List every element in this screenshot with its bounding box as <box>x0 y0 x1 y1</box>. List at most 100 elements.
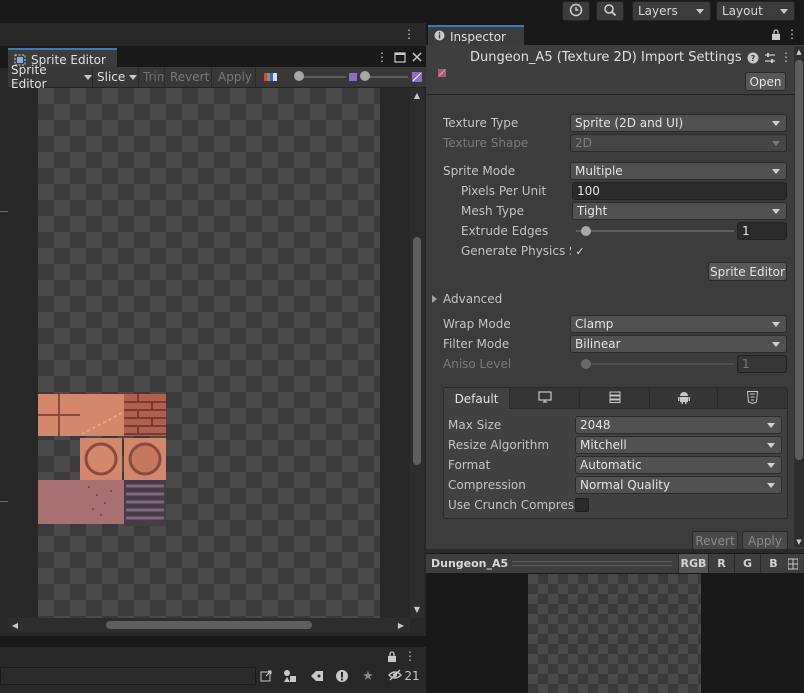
channel-rgb-button[interactable]: RGB <box>678 554 708 573</box>
mesh-type-dropdown[interactable]: Tight <box>572 202 787 220</box>
generate-physics-checkbox[interactable]: ✓ <box>573 244 587 258</box>
sprite-mode-value: Multiple <box>575 164 623 178</box>
extrude-edges-label: Extrude Edges <box>461 224 549 238</box>
svg-text:?: ? <box>750 54 755 63</box>
tab-inspector[interactable]: Inspector <box>428 25 524 46</box>
scroll-left-icon[interactable]: ◀ <box>10 620 20 630</box>
layers-dropdown[interactable]: Layers <box>632 1 711 21</box>
help-icon[interactable]: ? <box>746 51 759 64</box>
generate-physics-label: Generate Physics S <box>461 244 571 258</box>
sprite-editor-mode-dropdown[interactable]: Sprite Editor <box>11 63 93 91</box>
mesh-type-value: Tight <box>577 204 608 218</box>
dungeon-texture-image[interactable] <box>38 394 168 526</box>
more-menu-icon[interactable]: ⋮ <box>376 50 388 64</box>
slice-dropdown[interactable]: Slice <box>97 67 139 87</box>
pixels-per-unit-field[interactable]: 100 <box>572 182 787 200</box>
filter-mode-dropdown[interactable]: Bilinear <box>570 335 787 353</box>
zoom-slider-knob[interactable] <box>294 71 304 81</box>
texture-type-value: Sprite (2D and UI) <box>575 116 684 130</box>
error-icon[interactable] <box>334 668 350 684</box>
open-button[interactable]: Open <box>745 72 786 91</box>
scroll-down-icon[interactable]: ▼ <box>410 604 424 614</box>
revert-import-button[interactable]: Revert <box>692 531 738 550</box>
more-menu-icon[interactable]: ⋮ <box>786 27 798 41</box>
advanced-foldout[interactable]: Advanced <box>432 291 502 307</box>
preset-sliders-icon[interactable] <box>763 51 776 64</box>
mip-slider-knob[interactable] <box>360 71 370 81</box>
inspector-scroll-thumb[interactable] <box>795 60 803 460</box>
channel-r-button[interactable]: R <box>708 554 734 573</box>
preview-more-icon[interactable] <box>786 556 800 572</box>
search-button[interactable] <box>596 1 624 21</box>
scroll-down-icon[interactable]: ▼ <box>794 537 804 547</box>
channel-g-button[interactable]: G <box>734 554 760 573</box>
lock-icon[interactable] <box>770 28 782 40</box>
scroll-right-icon[interactable]: ▶ <box>396 620 406 630</box>
compression-dropdown[interactable]: Normal Quality <box>575 476 782 494</box>
scene-strip <box>0 23 426 46</box>
revert-button[interactable]: Revert <box>170 67 212 87</box>
resize-algorithm-dropdown[interactable]: Mitchell <box>575 436 782 454</box>
inspector-title: Dungeon_A5 (Texture 2D) Import Settings <box>470 50 742 65</box>
texture-thumbnail-icon <box>438 66 446 77</box>
max-size-dropdown[interactable]: 2048 <box>575 416 782 434</box>
use-crunch-checkbox[interactable] <box>575 498 589 512</box>
aniso-level-field: 1 <box>737 355 787 373</box>
sprite-mode-dropdown[interactable]: Multiple <box>570 162 787 180</box>
scroll-up-icon[interactable]: ▲ <box>410 90 424 100</box>
open-sprite-editor-label: Sprite Editor <box>710 264 785 279</box>
open-external-icon[interactable] <box>258 668 274 684</box>
close-icon[interactable] <box>410 50 424 64</box>
wrap-mode-label: Wrap Mode <box>443 317 511 331</box>
tab-platform-server[interactable] <box>580 388 650 409</box>
lock-icon[interactable] <box>386 650 398 662</box>
tab-platform-standalone[interactable] <box>510 388 580 409</box>
texture-type-label: Texture Type <box>443 116 519 130</box>
filter-type-icon[interactable] <box>282 668 298 684</box>
extrude-edges-slider[interactable] <box>576 224 734 238</box>
monitor-icon <box>537 391 552 406</box>
channel-b-button[interactable]: B <box>760 554 786 573</box>
texture-type-dropdown[interactable]: Sprite (2D and UI) <box>570 114 787 132</box>
favorite-star-icon[interactable]: ★ <box>360 668 376 684</box>
zoom-slider[interactable] <box>290 70 348 84</box>
trim-button[interactable]: Trim <box>143 67 165 87</box>
chevron-down-icon <box>772 121 780 126</box>
chevron-down-icon <box>129 74 138 80</box>
layout-dropdown[interactable]: Layout <box>716 1 795 21</box>
apply-button[interactable]: Apply <box>218 67 256 87</box>
resize-algorithm-value: Mitchell <box>580 438 627 452</box>
canvas-horizontal-scroll-thumb[interactable] <box>106 621 312 629</box>
apply-import-button[interactable]: Apply <box>742 531 788 550</box>
label-tag-icon[interactable] <box>309 668 325 684</box>
canvas-margin-left <box>8 88 38 618</box>
open-sprite-editor-button[interactable]: Sprite Editor <box>708 262 787 281</box>
extrude-edges-slider-knob[interactable] <box>581 226 592 236</box>
canvas-vertical-scroll-thumb[interactable] <box>413 237 421 465</box>
console-search-field[interactable] <box>0 667 256 685</box>
history-button[interactable] <box>562 1 590 21</box>
preview-drag-handle[interactable] <box>512 561 672 566</box>
compression-value: Normal Quality <box>580 478 671 492</box>
more-menu-icon[interactable]: ⋮ <box>402 27 416 41</box>
scroll-up-icon[interactable]: ▲ <box>794 47 804 57</box>
color-channel-icon[interactable] <box>264 71 278 83</box>
texture-shape-value: 2D <box>575 136 592 150</box>
platform-default-label: Default <box>454 391 499 406</box>
tab-platform-android[interactable] <box>650 388 718 409</box>
info-icon <box>434 30 445 44</box>
hidden-count[interactable]: 21 <box>384 667 424 685</box>
mip-slider[interactable] <box>358 70 410 84</box>
more-menu-icon[interactable]: ⋮ <box>780 50 792 64</box>
chevron-down-icon <box>767 463 775 468</box>
format-dropdown[interactable]: Automatic <box>575 456 782 474</box>
tab-platform-default[interactable]: Default <box>444 388 510 409</box>
more-menu-icon[interactable]: ⋮ <box>404 649 416 663</box>
wrap-mode-dropdown[interactable]: Clamp <box>570 315 787 333</box>
android-icon <box>677 391 690 407</box>
sprite-canvas[interactable] <box>38 88 380 618</box>
format-value: Automatic <box>580 458 642 472</box>
maximize-icon[interactable] <box>393 51 407 63</box>
extrude-edges-field[interactable]: 1 <box>737 222 787 240</box>
tab-platform-webgl[interactable] <box>718 388 787 409</box>
